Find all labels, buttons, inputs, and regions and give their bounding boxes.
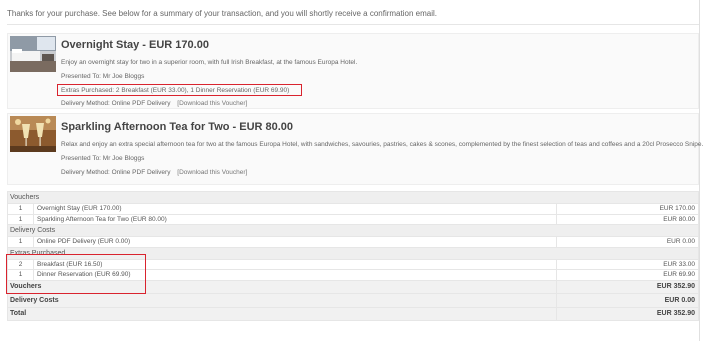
section-label: Delivery Costs [7,224,699,237]
voucher-title: Overnight Stay - EUR 170.00 [61,39,209,51]
download-voucher-link[interactable]: [Download this Voucher] [177,169,247,176]
delivery-method: Delivery Method: Online PDF Delivery [Do… [61,100,247,107]
voucher-description: Enjoy an overnight stay for two in a sup… [61,59,358,66]
total-label: Total [7,306,557,321]
presented-to: Presented To: Mr Joe Bloggs [61,155,145,162]
row-amount: EUR 80.00 [556,213,699,225]
divider [7,24,699,25]
row-amount: EUR 0.00 [556,236,699,248]
total-amount: EUR 352.90 [556,279,699,294]
table-row: 1 Sparkling Afternoon Tea for Two (EUR 8… [7,213,699,225]
row-description: Sparkling Afternoon Tea for Two (EUR 80.… [33,213,557,225]
section-header-delivery: Delivery Costs [7,224,699,237]
row-quantity: 1 [7,236,34,248]
delivery-method: Delivery Method: Online PDF Delivery [Do… [61,169,247,176]
total-row-grand: Total EUR 352.90 [7,306,699,321]
voucher-title: Sparkling Afternoon Tea for Two - EUR 80… [61,121,294,133]
hotel-room-image [10,36,56,72]
extras-section-highlight-box [6,254,146,294]
section-header-vouchers: Vouchers [7,191,699,204]
row-quantity: 1 [7,213,34,225]
voucher-card-overnight-stay: Overnight Stay - EUR 170.00 Enjoy an ove… [7,33,699,109]
prosecco-glasses-image [10,116,56,152]
row-description: Online PDF Delivery (EUR 0.00) [33,236,557,248]
total-label: Delivery Costs [7,293,557,308]
table-row: 1 Overnight Stay (EUR 170.00) EUR 170.00 [7,203,699,215]
total-row-delivery: Delivery Costs EUR 0.00 [7,293,699,308]
content-edge [699,0,700,341]
delivery-method-text: Delivery Method: Online PDF Delivery [61,169,171,176]
table-row: 1 Online PDF Delivery (EUR 0.00) EUR 0.0… [7,236,699,248]
row-quantity: 1 [7,203,34,215]
presented-to: Presented To: Mr Joe Bloggs [61,73,145,80]
delivery-method-text: Delivery Method: Online PDF Delivery [61,100,171,107]
voucher-description: Relax and enjoy an extra special afterno… [61,141,704,148]
row-description: Overnight Stay (EUR 170.00) [33,203,557,215]
confirmation-message: Thanks for your purchase. See below for … [7,9,437,18]
row-amount: EUR 170.00 [556,203,699,215]
section-label: Vouchers [7,191,699,204]
extras-highlight-box [57,84,302,96]
download-voucher-link[interactable]: [Download this Voucher] [177,100,247,107]
total-amount: EUR 0.00 [556,293,699,308]
voucher-card-afternoon-tea: Sparkling Afternoon Tea for Two - EUR 80… [7,113,703,185]
row-amount: EUR 69.90 [556,269,699,281]
total-amount: EUR 352.90 [556,306,699,321]
row-amount: EUR 33.00 [556,258,699,270]
